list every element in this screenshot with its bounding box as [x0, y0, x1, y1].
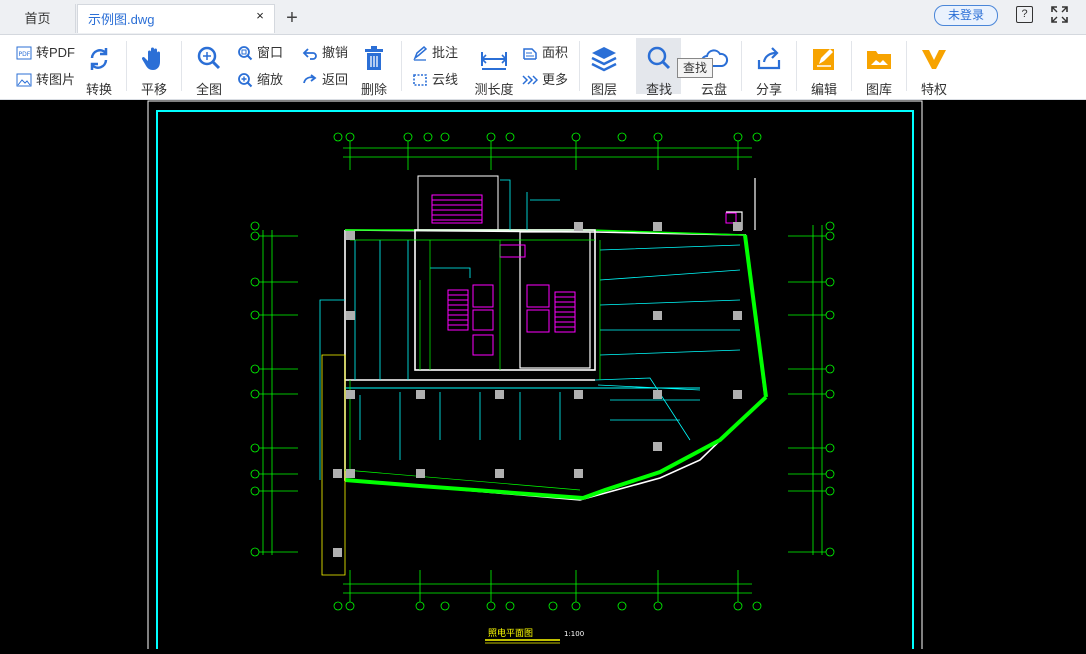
share-icon — [757, 47, 781, 70]
login-button[interactable]: 未登录 — [934, 5, 998, 26]
pdf-icon: PDF — [16, 46, 32, 60]
vip-icon — [922, 50, 946, 69]
share-button[interactable]: 分享 — [754, 44, 784, 97]
interior-lines — [344, 239, 601, 491]
trash-icon — [365, 46, 383, 70]
drawing-canvas[interactable]: 照电平面图 1:100 — [0, 100, 1086, 654]
undo-icon — [302, 48, 317, 60]
edit-icon — [813, 49, 834, 70]
layers-icon — [591, 47, 617, 72]
convert-icon — [90, 48, 108, 70]
edit-button[interactable]: 编辑 — [809, 44, 839, 97]
zoom-label: 缩放 — [257, 72, 284, 87]
fit-all-button[interactable]: 全图 — [194, 44, 224, 97]
search-icon — [647, 46, 671, 70]
right-axis-bubbles — [788, 221, 835, 557]
back-arrow-icon — [303, 74, 317, 84]
measure-length-button[interactable]: 测长度 — [474, 44, 514, 97]
tab-home[interactable]: 首页 — [0, 4, 76, 33]
cad-drawing: 照电平面图 1:100 — [147, 100, 923, 654]
stairs — [431, 194, 737, 356]
to-pdf-button[interactable]: PDF 转PDF — [16, 45, 76, 62]
building-walls — [321, 175, 768, 576]
window-zoom-button[interactable]: 窗口 — [237, 45, 287, 62]
window-zoom-label: 窗口 — [257, 45, 284, 60]
help-icon[interactable]: ? — [1016, 6, 1033, 23]
edit-label: 编辑 — [810, 82, 837, 97]
drawing-scale: 1:100 — [564, 630, 584, 638]
add-tab-icon[interactable]: + — [282, 5, 302, 31]
to-pdf-label: 转PDF — [36, 45, 76, 60]
convert-label: 转换 — [85, 82, 112, 97]
left-axis-bubbles — [250, 221, 298, 557]
undo-button[interactable]: 撤销 — [302, 45, 352, 62]
delete-button[interactable]: 删除 — [359, 44, 389, 97]
layers-button[interactable]: 图层 — [589, 44, 619, 97]
find-tooltip: 查找 — [677, 58, 713, 78]
zoom-button[interactable]: 缩放 — [237, 72, 287, 89]
tab-home-label: 首页 — [24, 11, 51, 26]
ruler-icon — [480, 52, 508, 70]
convert-button[interactable]: 转换 — [84, 44, 114, 97]
more-icon — [522, 75, 538, 85]
more-button[interactable]: 更多 — [522, 72, 572, 89]
tab-file[interactable]: 示例图.dwg — [77, 4, 275, 33]
delete-label: 删除 — [360, 82, 387, 97]
gallery-label: 图库 — [865, 82, 892, 97]
privilege-button[interactable]: 特权 — [919, 44, 949, 97]
find-label: 查找 — [645, 82, 672, 97]
paper-outer-frame — [147, 100, 923, 654]
fit-all-label: 全图 — [195, 82, 222, 97]
columns — [333, 222, 742, 557]
fullscreen-icon[interactable] — [1051, 6, 1068, 23]
zoom-icon — [238, 73, 253, 88]
gallery-button[interactable]: 图库 — [864, 44, 894, 97]
cloud-line-icon — [413, 74, 427, 86]
cloud-line-label: 云线 — [432, 72, 459, 87]
back-label: 返回 — [322, 72, 349, 87]
back-button[interactable]: 返回 — [302, 72, 352, 89]
zoom-extents-icon — [197, 46, 221, 70]
tab-file-label: 示例图.dwg — [88, 12, 155, 27]
annotate-icon — [413, 45, 428, 61]
svg-text:PDF: PDF — [19, 51, 31, 58]
cloud-disk-label: 云盘 — [700, 82, 727, 97]
to-image-label: 转图片 — [36, 72, 76, 87]
folder-icon — [867, 51, 891, 69]
top-axis-bubbles — [333, 132, 762, 170]
tab-close-icon[interactable]: × — [252, 6, 268, 26]
area-icon — [523, 48, 537, 60]
privilege-label: 特权 — [920, 82, 947, 97]
zoom-window-icon — [238, 46, 253, 61]
wiring — [319, 179, 741, 480]
to-image-button[interactable]: 转图片 — [16, 72, 76, 89]
undo-label: 撤销 — [322, 45, 349, 60]
pan-button[interactable]: 平移 — [139, 44, 169, 97]
layers-label: 图层 — [590, 82, 617, 97]
image-icon — [16, 73, 32, 87]
drawing-title: 照电平面图 — [488, 627, 533, 639]
pan-label: 平移 — [140, 82, 167, 97]
annotate-label: 批注 — [432, 45, 459, 60]
hand-icon — [141, 47, 160, 70]
measure-length-label: 测长度 — [474, 82, 514, 97]
share-label: 分享 — [755, 82, 782, 97]
area-label: 面积 — [542, 45, 569, 60]
tab-bar: 首页 示例图.dwg × + 未登录 ? — [0, 0, 1086, 35]
cloud-line-button[interactable]: 云线 — [412, 72, 462, 89]
find-button[interactable]: 查找 — [644, 44, 674, 97]
area-button[interactable]: 面积 — [522, 45, 572, 62]
bottom-axis-bubbles — [333, 570, 762, 611]
annotate-button[interactable]: 批注 — [412, 45, 462, 62]
more-label: 更多 — [542, 72, 569, 87]
